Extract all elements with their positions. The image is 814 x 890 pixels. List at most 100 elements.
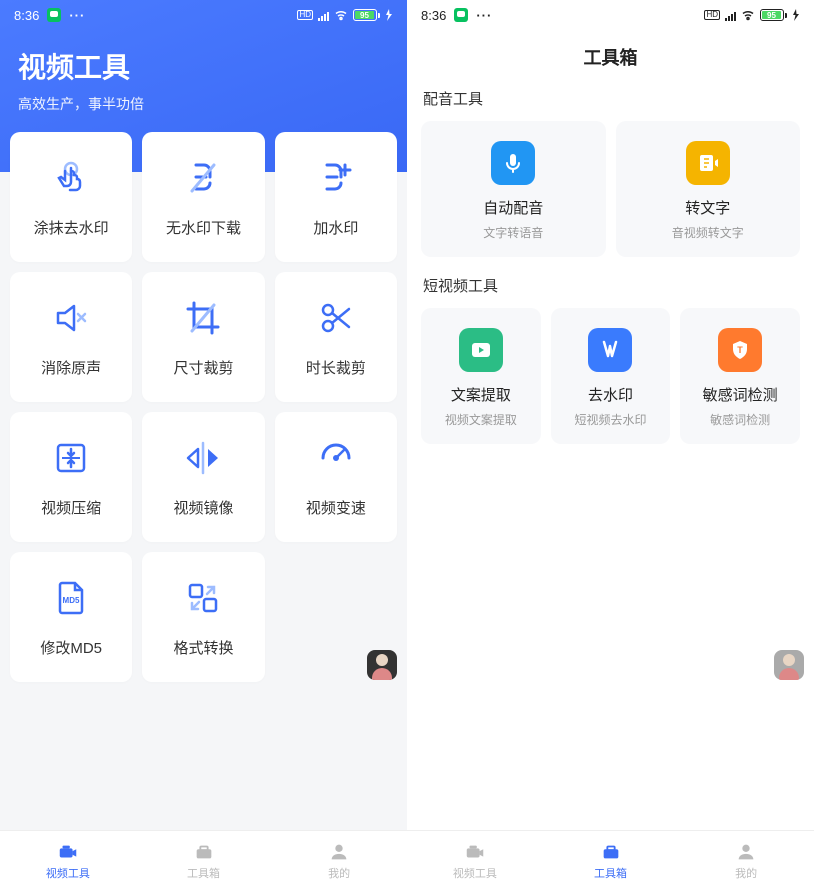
- tool-subtitle: 视频文案提取: [445, 411, 517, 428]
- camera-icon: [57, 841, 79, 863]
- tool-card-stamp-plus[interactable]: 加水印: [275, 132, 397, 262]
- toolbox-body: 配音工具自动配音文字转语音转文字音视频转文字短视频工具文案提取视频文案提取去水印…: [407, 88, 814, 830]
- hero-title: 视频工具: [18, 46, 389, 86]
- toolbox-icon: [193, 841, 215, 863]
- section: 短视频工具文案提取视频文案提取去水印短视频去水印T敏感词检测敏感词检测: [421, 275, 800, 444]
- user-icon: [328, 841, 350, 863]
- status-time: 8:36: [421, 8, 446, 23]
- wechat-icon: [454, 8, 468, 22]
- tool-play-doc[interactable]: 文案提取视频文案提取: [421, 308, 541, 444]
- wifi-icon: [741, 10, 755, 21]
- nav-mine[interactable]: 我的: [271, 831, 407, 890]
- bottom-nav: 视频工具 工具箱 我的: [407, 830, 814, 890]
- wifi-icon: [334, 10, 348, 21]
- tool-title: 敏感词检测: [703, 384, 778, 405]
- text-icon: [686, 141, 730, 185]
- shield-icon: T: [718, 328, 762, 372]
- wm-icon: [588, 328, 632, 372]
- md5-icon: MD5: [50, 577, 92, 619]
- card-label: 时长裁剪: [306, 357, 366, 378]
- tool-card-mirror[interactable]: 视频镜像: [142, 412, 264, 542]
- phone-right: 8:36 ··· HD 95 工具箱 配音工具自动配音文字转语音转文字音视频转文…: [407, 0, 814, 890]
- nav-video-tools[interactable]: 视频工具: [0, 831, 136, 890]
- charging-icon: [385, 9, 393, 21]
- status-time: 8:36: [14, 8, 39, 23]
- tool-card-convert[interactable]: 格式转换: [142, 552, 264, 682]
- mic-icon: [491, 141, 535, 185]
- user-icon: [735, 841, 757, 863]
- play-doc-icon: [459, 328, 503, 372]
- page-title: 工具箱: [407, 44, 814, 70]
- tool-title: 去水印: [588, 384, 633, 405]
- card-label: 无水印下载: [166, 217, 241, 238]
- tool-subtitle: 音视频转文字: [672, 224, 744, 241]
- tool-card-tap[interactable]: 涂抹去水印: [10, 132, 132, 262]
- tap-icon: [50, 157, 92, 199]
- tool-wm[interactable]: 去水印短视频去水印: [551, 308, 671, 444]
- camera-icon: [464, 841, 486, 863]
- section-title: 短视频工具: [421, 275, 800, 296]
- floating-avatar-button[interactable]: [367, 650, 397, 680]
- phone-left: 8:36 ··· HD 95 视频工具 高效生产，事半功倍 涂抹去水印 无水印下载…: [0, 0, 407, 890]
- tool-subtitle: 敏感词检测: [710, 411, 770, 428]
- card-label: 涂抹去水印: [34, 217, 109, 238]
- mirror-icon: [182, 437, 224, 479]
- tool-card-stamp-slash[interactable]: 无水印下载: [142, 132, 264, 262]
- tool-mic[interactable]: 自动配音文字转语音: [421, 121, 606, 257]
- nav-mine[interactable]: 我的: [678, 831, 814, 890]
- svg-text:MD5: MD5: [63, 596, 80, 605]
- crop-icon: [182, 297, 224, 339]
- section: 配音工具自动配音文字转语音转文字音视频转文字: [421, 88, 800, 257]
- tool-subtitle: 短视频去水印: [574, 411, 646, 428]
- status-bar: 8:36 ··· HD 95: [0, 0, 407, 30]
- card-label: 视频变速: [306, 497, 366, 518]
- floating-avatar-button[interactable]: [774, 650, 804, 680]
- signal-icon: [318, 10, 329, 21]
- battery-icon: 95: [353, 9, 380, 21]
- hd-icon: HD: [704, 10, 720, 20]
- card-label: 格式转换: [173, 637, 233, 658]
- status-more-icon: ···: [476, 8, 492, 23]
- status-bar: 8:36 ··· HD 95: [407, 0, 814, 30]
- card-label: 加水印: [313, 217, 358, 238]
- tool-card-speed[interactable]: 视频变速: [275, 412, 397, 542]
- toolbox-icon: [600, 841, 622, 863]
- card-label: 尺寸裁剪: [173, 357, 233, 378]
- page-header: 工具箱: [407, 30, 814, 88]
- tools-grid: 涂抹去水印 无水印下载 加水印消除原声 尺寸裁剪 时长裁剪视频压缩 视频镜像 视频变速 MD5…: [0, 132, 407, 830]
- svg-text:T: T: [737, 345, 743, 355]
- tool-card-crop[interactable]: 尺寸裁剪: [142, 272, 264, 402]
- battery-icon: 95: [760, 9, 787, 21]
- card-label: 视频压缩: [41, 497, 101, 518]
- status-more-icon: ···: [69, 8, 85, 23]
- hero-subtitle: 高效生产，事半功倍: [18, 94, 389, 114]
- signal-icon: [725, 10, 736, 21]
- nav-toolbox[interactable]: 工具箱: [543, 831, 679, 890]
- tool-subtitle: 文字转语音: [483, 224, 543, 241]
- stamp-plus-icon: [315, 157, 357, 199]
- bottom-nav: 视频工具 工具箱 我的: [0, 830, 407, 890]
- tool-card-scissors[interactable]: 时长裁剪: [275, 272, 397, 402]
- wechat-icon: [47, 8, 61, 22]
- hd-icon: HD: [297, 10, 313, 20]
- card-label: 消除原声: [41, 357, 101, 378]
- nav-video-tools[interactable]: 视频工具: [407, 831, 543, 890]
- tool-title: 转文字: [685, 197, 730, 218]
- stamp-slash-icon: [182, 157, 224, 199]
- nav-toolbox[interactable]: 工具箱: [136, 831, 272, 890]
- tool-card-compress[interactable]: 视频压缩: [10, 412, 132, 542]
- card-label: 修改MD5: [40, 637, 102, 658]
- tool-card-md5[interactable]: MD5 修改MD5: [10, 552, 132, 682]
- tool-title: 自动配音: [483, 197, 543, 218]
- mute-icon: [50, 297, 92, 339]
- tool-card-mute[interactable]: 消除原声: [10, 272, 132, 402]
- tool-text[interactable]: 转文字音视频转文字: [616, 121, 801, 257]
- compress-icon: [50, 437, 92, 479]
- scissors-icon: [315, 297, 357, 339]
- tool-title: 文案提取: [451, 384, 511, 405]
- section-title: 配音工具: [421, 88, 800, 109]
- charging-icon: [792, 9, 800, 21]
- speed-icon: [315, 437, 357, 479]
- tool-shield[interactable]: T敏感词检测敏感词检测: [680, 308, 800, 444]
- card-label: 视频镜像: [173, 497, 233, 518]
